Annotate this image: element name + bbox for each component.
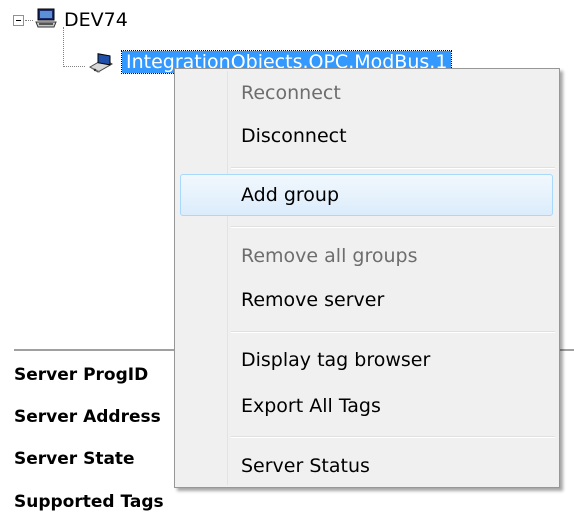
menu-separator [231,226,555,228]
menu-separator [231,436,555,438]
menu-item-remove-all-groups[interactable]: Remove all groups [241,244,417,268]
menu-hover-highlight [180,174,553,216]
tree-connector-line [63,66,85,67]
context-menu: Reconnect Disconnect Add group Remove al… [174,68,560,488]
menu-item-reconnect[interactable]: Reconnect [241,81,341,105]
menu-item-display-tag-browser[interactable]: Display tag browser [241,348,430,372]
menu-item-export-all-tags[interactable]: Export All Tags [241,394,381,418]
menu-gutter-line [227,71,228,485]
property-label-address: Server Address [14,407,161,427]
property-label-supported-tags: Supported Tags [14,492,164,512]
property-label-state: Server State [14,449,135,469]
server-icon [89,53,113,73]
menu-separator [231,167,555,169]
tree-connector-line [25,20,33,21]
tree-node-dev74[interactable]: DEV74 [64,9,128,31]
tree-connector-line [63,27,64,67]
menu-item-remove-server[interactable]: Remove server [241,288,384,312]
menu-item-add-group[interactable]: Add group [241,183,339,207]
menu-item-disconnect[interactable]: Disconnect [241,124,347,148]
menu-separator [231,331,555,333]
property-label-progid: Server ProgID [14,365,149,385]
tree-collapse-toggle[interactable] [13,15,24,26]
computer-icon [35,8,57,28]
menu-item-server-status[interactable]: Server Status [241,454,370,478]
